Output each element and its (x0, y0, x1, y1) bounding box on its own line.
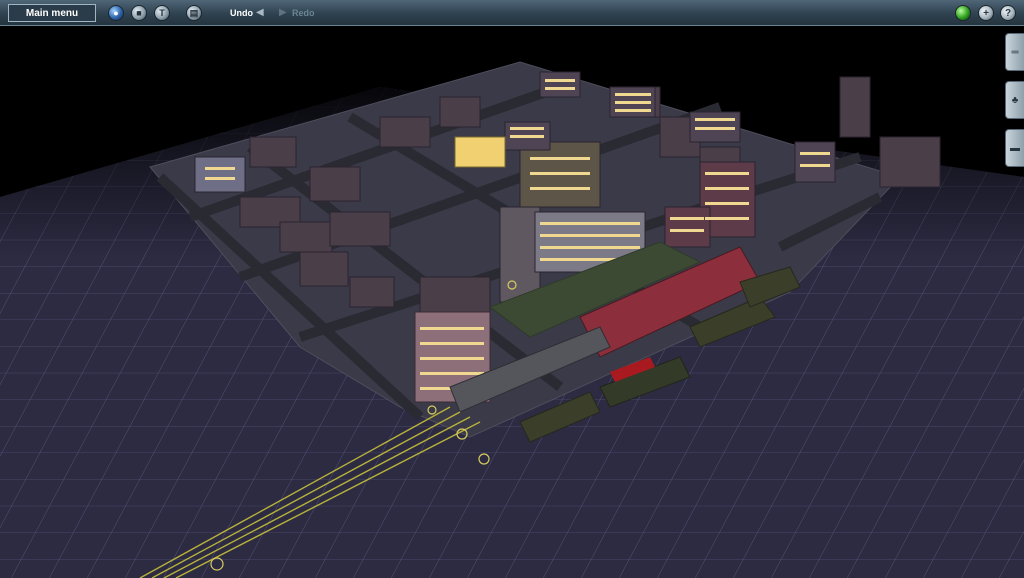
tools-icon[interactable]: T (154, 5, 170, 21)
globe-icon[interactable]: ● (108, 5, 124, 21)
redo-button[interactable]: Redo (292, 8, 315, 18)
help-icon[interactable]: ? (1000, 5, 1016, 21)
stop-icon[interactable]: ■ (131, 5, 147, 21)
game-viewport[interactable] (0, 27, 1024, 578)
save-icon[interactable]: ▤ (186, 5, 202, 21)
redo-arrow-icon[interactable]: ▶ (279, 7, 287, 18)
city-scene (0, 61, 1024, 578)
undo-arrow-icon[interactable]: ◀ (256, 7, 264, 18)
top-toolbar: Main menu ● ■ T ▤ Undo ◀ ▶ Redo + ? (0, 0, 1024, 26)
status-indicator-icon[interactable] (955, 5, 971, 21)
undo-button[interactable]: Undo (230, 8, 253, 18)
add-icon[interactable]: + (978, 5, 994, 21)
main-menu-button[interactable]: Main menu (8, 4, 96, 22)
